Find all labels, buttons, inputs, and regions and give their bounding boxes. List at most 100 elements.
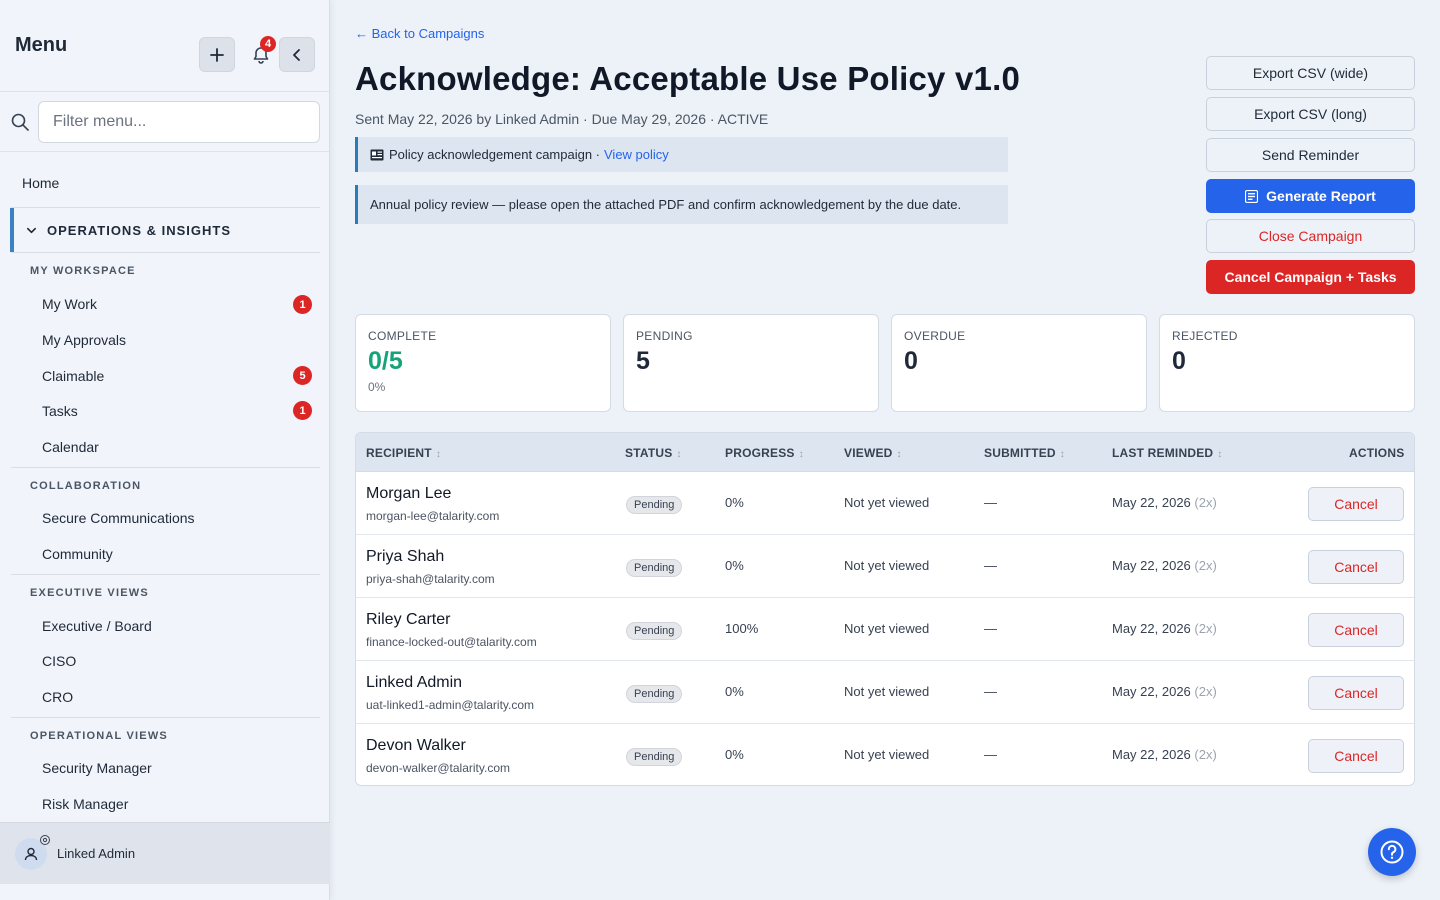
cancel-campaign-tasks-button[interactable]: Cancel Campaign + Tasks — [1206, 260, 1415, 294]
last-reminded-value: May 22, 2026 (2x) — [1112, 684, 1217, 699]
group-label-my-workspace: MY WORKSPACE — [30, 265, 136, 277]
stat-label: COMPLETE — [368, 329, 437, 343]
sidebar-item-my-approvals[interactable]: My Approvals — [42, 332, 126, 348]
stat-card-overdue: OVERDUE 0 — [891, 314, 1147, 412]
table-header: RECIPIENT ↕ STATUS ↕ PROGRESS ↕ VIEWED ↕ SUB… — [356, 433, 1414, 472]
generate-report-label: Generate Report — [1266, 188, 1376, 204]
sidebar-item-ciso[interactable]: CISO — [42, 653, 76, 669]
stat-percent: 0% — [368, 380, 386, 394]
recipient-email: uat-linked1-admin@talarity.com — [366, 698, 535, 712]
column-header-recipient[interactable]: RECIPIENT ↕ — [366, 446, 441, 460]
sidebar-item-tasks[interactable]: Tasks — [42, 403, 78, 419]
viewed-value: Not yet viewed — [844, 558, 930, 573]
add-button[interactable] — [199, 37, 235, 72]
recipient-name: Morgan Lee — [366, 485, 452, 502]
column-header-last-reminded[interactable]: LAST REMINDED ↕ — [1112, 446, 1222, 460]
notifications-button[interactable]: 4 — [243, 36, 279, 72]
sidebar-item-home[interactable]: Home — [22, 175, 59, 191]
cancel-button[interactable]: Cancel — [1308, 487, 1404, 521]
avatar — [15, 834, 50, 870]
gear-icon — [40, 834, 50, 845]
recipient-name: Riley Carter — [366, 611, 451, 628]
campaign-type-banner: Policy acknowledgement campaign · View p… — [355, 137, 1008, 172]
column-header-actions: ACTIONS — [1349, 446, 1405, 460]
recipient-name: Priya Shah — [366, 548, 445, 565]
sidebar-item-risk-manager[interactable]: Risk Manager — [42, 796, 128, 812]
status-badge: Pending — [626, 748, 683, 766]
section-operations-insights[interactable]: OPERATIONS & INSIGHTS — [10, 208, 320, 252]
group-label-executive-views: EXECUTIVE VIEWS — [30, 587, 149, 599]
close-campaign-button[interactable]: Close Campaign — [1206, 219, 1415, 253]
viewed-value: Not yet viewed — [844, 684, 930, 699]
view-policy-link[interactable]: View policy — [604, 147, 669, 162]
sort-icon: ↕ — [896, 449, 902, 460]
stat-value: 0 — [1172, 347, 1186, 375]
recipient-name: Linked Admin — [366, 674, 463, 691]
column-header-submitted[interactable]: SUBMITTED ↕ — [984, 446, 1065, 460]
campaign-message: Annual policy review — please open the a… — [370, 197, 962, 212]
sidebar-item-my-work[interactable]: My Work — [42, 296, 97, 312]
help-button[interactable] — [1368, 828, 1416, 876]
campaign-message-banner: Annual policy review — please open the a… — [355, 185, 1008, 224]
sidebar-item-calendar[interactable]: Calendar — [42, 439, 99, 455]
progress-value: 0% — [725, 558, 744, 573]
last-reminded-value: May 22, 2026 (2x) — [1112, 558, 1217, 573]
divider — [11, 467, 320, 468]
table-row: Linked Admin uat-linked1-admin@talarity.… — [356, 661, 1414, 724]
sort-icon: ↕ — [435, 449, 442, 460]
plus-icon — [210, 47, 224, 62]
stat-card-pending: PENDING 5 — [623, 314, 879, 412]
sort-icon: ↕ — [1059, 449, 1065, 460]
sidebar-item-secure-communications[interactable]: Secure Communications — [42, 510, 195, 526]
cancel-button[interactable]: Cancel — [1308, 550, 1404, 584]
document-icon — [370, 149, 384, 160]
reminder-count: (2x) — [1194, 558, 1217, 573]
recipient-email: finance-locked-out@talarity.com — [366, 635, 537, 649]
user-name: Linked Admin — [57, 846, 136, 861]
campaign-type-text: Policy acknowledgement campaign · — [389, 147, 600, 162]
stat-label: REJECTED — [1172, 329, 1238, 343]
cancel-button[interactable]: Cancel — [1308, 613, 1404, 647]
help-icon — [1380, 840, 1404, 864]
viewed-value: Not yet viewed — [844, 495, 930, 510]
submitted-value: — — [984, 621, 997, 636]
cancel-button[interactable]: Cancel — [1308, 676, 1404, 710]
sidebar-item-cro[interactable]: CRO — [42, 689, 73, 705]
count-badge: 1 — [293, 401, 312, 420]
sidebar-item-executive-board[interactable]: Executive / Board — [42, 618, 152, 634]
group-label-collaboration: COLLABORATION — [30, 480, 142, 492]
submitted-value: — — [984, 684, 997, 699]
stat-card-complete: COMPLETE 0/5 0% — [355, 314, 611, 412]
progress-value: 0% — [725, 495, 744, 510]
chevron-down-icon — [27, 227, 36, 233]
reminder-count: (2x) — [1194, 621, 1217, 636]
reminder-count: (2x) — [1194, 747, 1217, 762]
divider — [11, 252, 320, 253]
user-icon — [24, 847, 38, 860]
back-to-campaigns-link[interactable]: ← Back to Campaigns — [355, 26, 484, 41]
cancel-button[interactable]: Cancel — [1308, 739, 1404, 773]
column-header-status[interactable]: STATUS ↕ — [625, 446, 682, 460]
export-csv-wide-button[interactable]: Export CSV (wide) — [1206, 56, 1415, 90]
status-badge: Pending — [626, 496, 683, 514]
divider — [11, 574, 320, 575]
column-header-progress[interactable]: PROGRESS ↕ — [725, 446, 804, 460]
stat-label: OVERDUE — [904, 329, 966, 343]
sidebar-item-claimable[interactable]: Claimable — [42, 368, 104, 384]
export-csv-long-button[interactable]: Export CSV (long) — [1206, 97, 1415, 131]
filter-menu-input[interactable] — [38, 101, 320, 143]
campaign-meta: Sent May 22, 2026 by Linked Admin · Due … — [355, 111, 769, 127]
send-reminder-button[interactable]: Send Reminder — [1206, 138, 1415, 172]
generate-report-button[interactable]: Generate Report — [1206, 179, 1415, 213]
submitted-value: — — [984, 495, 997, 510]
column-header-viewed[interactable]: VIEWED ↕ — [844, 446, 902, 460]
user-profile[interactable]: Linked Admin — [0, 822, 330, 884]
stat-label: PENDING — [636, 329, 693, 343]
collapse-sidebar-button[interactable] — [279, 37, 315, 72]
sidebar-item-community[interactable]: Community — [42, 546, 113, 562]
sidebar: Menu 4 Home OPERATIONS & INSIGHTS MY WOR… — [0, 0, 330, 900]
last-reminded-value: May 22, 2026 (2x) — [1112, 621, 1217, 636]
sidebar-item-security-manager[interactable]: Security Manager — [42, 760, 152, 776]
recipient-email: devon-walker@talarity.com — [366, 761, 511, 775]
reminder-count: (2x) — [1194, 495, 1217, 510]
